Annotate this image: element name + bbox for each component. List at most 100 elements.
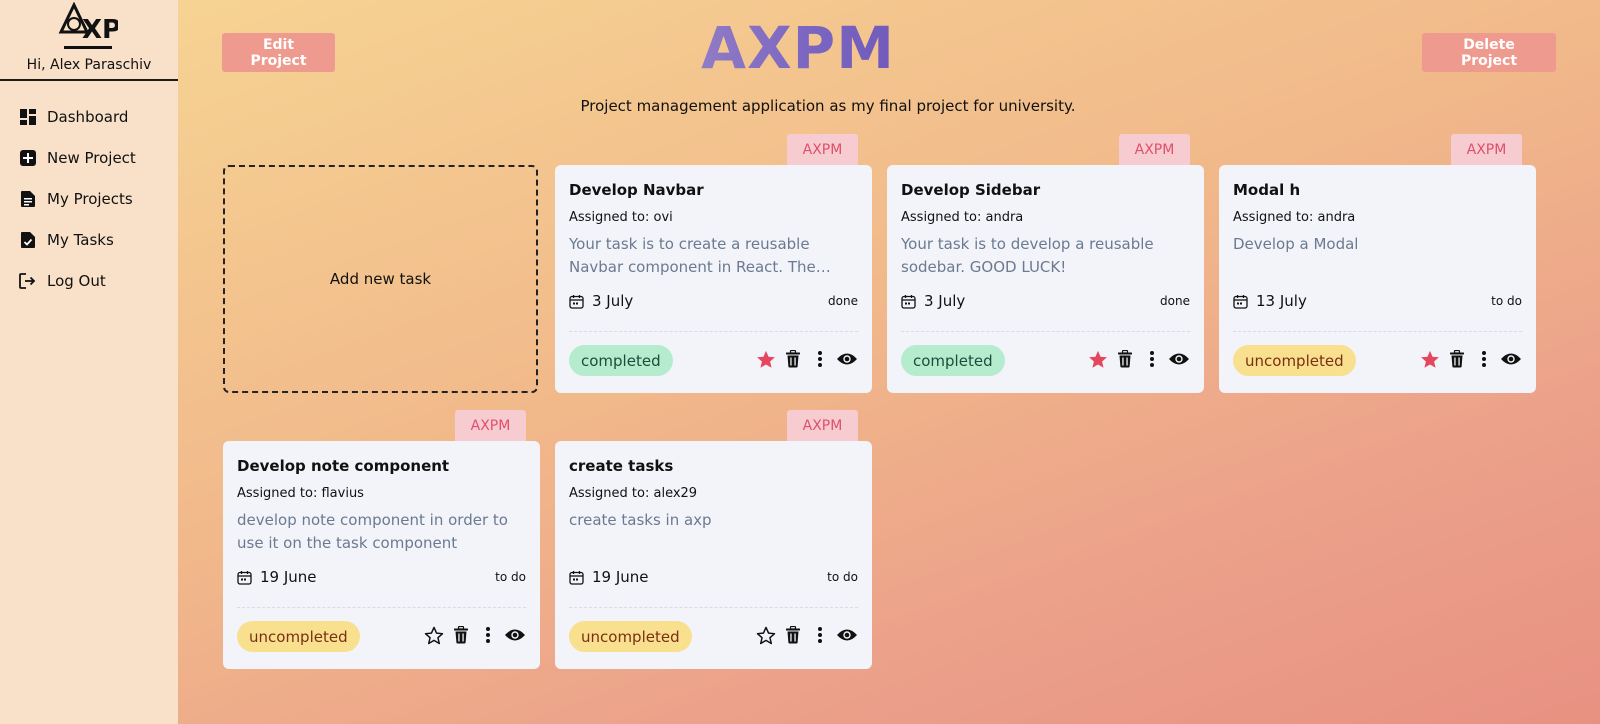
trash-icon[interactable] bbox=[450, 624, 472, 646]
eye-icon[interactable] bbox=[836, 624, 858, 646]
eye-icon[interactable] bbox=[1168, 348, 1190, 370]
task-date-text: 19 June bbox=[592, 568, 649, 586]
task-date-text: 13 July bbox=[1256, 292, 1307, 310]
trash-icon[interactable] bbox=[782, 624, 804, 646]
trash-icon[interactable] bbox=[782, 348, 804, 370]
task-date: 19 June bbox=[569, 568, 649, 586]
task-title: Develop Sidebar bbox=[901, 181, 1041, 199]
task-assignee: Assigned to: flavius bbox=[237, 486, 364, 501]
card-divider bbox=[901, 331, 1190, 332]
task-card: AXPM Develop note component Assigned to:… bbox=[223, 410, 540, 669]
sidebar-item-new-project[interactable]: New Project bbox=[19, 137, 136, 178]
calendar-icon bbox=[237, 570, 252, 585]
task-status: done bbox=[828, 294, 858, 308]
card-divider bbox=[237, 607, 526, 608]
more-options-icon[interactable] bbox=[1473, 348, 1495, 370]
page-title: AXPM bbox=[648, 14, 948, 82]
status-badge: uncompleted bbox=[237, 621, 360, 652]
sidebar-item-label: Dashboard bbox=[47, 107, 129, 126]
more-options-icon[interactable] bbox=[809, 624, 831, 646]
task-date-text: 3 July bbox=[592, 292, 634, 310]
task-description: create tasks in axp bbox=[569, 511, 712, 529]
star-filled-icon[interactable] bbox=[755, 348, 777, 370]
task-actions bbox=[418, 624, 526, 646]
task-description: Your task is to create a reusable Navbar… bbox=[569, 235, 816, 276]
dashboard-icon bbox=[19, 108, 36, 125]
star-outline-icon[interactable] bbox=[755, 624, 777, 646]
project-tag: AXPM bbox=[455, 410, 526, 441]
sidebar-item-dashboard[interactable]: Dashboard bbox=[19, 96, 136, 137]
task-card: AXPM Develop Navbar Assigned to: ovi You… bbox=[555, 134, 872, 393]
task-date: 13 July bbox=[1233, 292, 1307, 310]
more-options-icon[interactable] bbox=[477, 624, 499, 646]
card-divider bbox=[569, 331, 858, 332]
task-card-body: Develop Sidebar Assigned to: andra Your … bbox=[887, 165, 1204, 393]
project-description: Project management application as my fin… bbox=[580, 97, 1076, 115]
task-title: Develop note component bbox=[237, 457, 450, 475]
task-file-icon bbox=[19, 231, 36, 248]
status-badge: uncompleted bbox=[569, 621, 692, 652]
task-status: to do bbox=[827, 570, 858, 584]
delete-project-button[interactable]: Delete Project bbox=[1422, 33, 1556, 72]
more-options-icon[interactable] bbox=[1141, 348, 1163, 370]
user-greeting: Hi, Alex Paraschiv bbox=[26, 57, 152, 73]
trash-icon[interactable] bbox=[1446, 348, 1468, 370]
task-description: Your task is to develop a reusable sodeb… bbox=[901, 235, 1154, 276]
card-divider bbox=[569, 607, 858, 608]
task-actions bbox=[750, 348, 858, 370]
status-badge: completed bbox=[569, 345, 673, 376]
calendar-icon bbox=[1233, 294, 1248, 309]
sidebar-item-my-tasks[interactable]: My Tasks bbox=[19, 219, 136, 260]
star-filled-icon[interactable] bbox=[1419, 348, 1441, 370]
sidebar-item-log-out[interactable]: Log Out bbox=[19, 260, 136, 301]
app-root: XP Hi, Alex Paraschiv Dashboard New Proj… bbox=[0, 0, 1600, 724]
eye-icon[interactable] bbox=[836, 348, 858, 370]
task-card-body: Develop Navbar Assigned to: ovi Your tas… bbox=[555, 165, 872, 393]
task-description: Develop a Modal bbox=[1233, 235, 1359, 253]
task-card: AXPM Develop Sidebar Assigned to: andra … bbox=[887, 134, 1204, 393]
project-tag: AXPM bbox=[1451, 134, 1522, 165]
project-tag: AXPM bbox=[1119, 134, 1190, 165]
sidebar-nav: Dashboard New Project My Projects My Tas… bbox=[19, 96, 136, 301]
task-card: AXPM create tasks Assigned to: alex29 cr… bbox=[555, 410, 872, 669]
task-card: AXPM Modal h Assigned to: andra Develop … bbox=[1219, 134, 1536, 393]
eye-icon[interactable] bbox=[1500, 348, 1522, 370]
task-assignee: Assigned to: ovi bbox=[569, 210, 673, 225]
calendar-icon bbox=[569, 294, 584, 309]
task-title: Develop Navbar bbox=[569, 181, 704, 199]
status-badge: uncompleted bbox=[1233, 345, 1356, 376]
main-content: Edit Project AXPM Delete Project Project… bbox=[178, 0, 1600, 724]
sidebar-item-label: My Projects bbox=[47, 189, 133, 208]
task-assignee: Assigned to: andra bbox=[1233, 210, 1356, 225]
edit-project-button[interactable]: Edit Project bbox=[222, 33, 335, 72]
task-card-body: Modal h Assigned to: andra Develop a Mod… bbox=[1219, 165, 1536, 393]
task-date-text: 3 July bbox=[924, 292, 966, 310]
logout-icon bbox=[19, 272, 36, 289]
trash-icon[interactable] bbox=[1114, 348, 1136, 370]
card-divider bbox=[1233, 331, 1522, 332]
task-card-body: create tasks Assigned to: alex29 create … bbox=[555, 441, 872, 669]
sidebar-item-my-projects[interactable]: My Projects bbox=[19, 178, 136, 219]
axp-logo[interactable]: XP bbox=[58, 1, 121, 56]
task-actions bbox=[1082, 348, 1190, 370]
document-icon bbox=[19, 190, 36, 207]
task-actions bbox=[1414, 348, 1522, 370]
task-description: develop note component in order to use i… bbox=[237, 511, 508, 552]
calendar-icon bbox=[901, 294, 916, 309]
sidebar-item-label: My Tasks bbox=[47, 230, 114, 249]
svg-text:XP: XP bbox=[82, 15, 118, 45]
star-outline-icon[interactable] bbox=[423, 624, 445, 646]
sidebar-divider bbox=[0, 79, 178, 81]
star-filled-icon[interactable] bbox=[1087, 348, 1109, 370]
eye-icon[interactable] bbox=[504, 624, 526, 646]
add-new-task-button[interactable]: Add new task bbox=[223, 165, 538, 393]
calendar-icon bbox=[569, 570, 584, 585]
more-options-icon[interactable] bbox=[809, 348, 831, 370]
task-card-body: Develop note component Assigned to: flav… bbox=[223, 441, 540, 669]
task-date: 3 July bbox=[569, 292, 633, 310]
task-assignee: Assigned to: alex29 bbox=[569, 486, 698, 501]
status-badge: completed bbox=[901, 345, 1005, 376]
sidebar-item-label: New Project bbox=[47, 148, 136, 167]
sidebar: XP Hi, Alex Paraschiv Dashboard New Proj… bbox=[0, 0, 178, 724]
task-status: to do bbox=[495, 570, 526, 584]
